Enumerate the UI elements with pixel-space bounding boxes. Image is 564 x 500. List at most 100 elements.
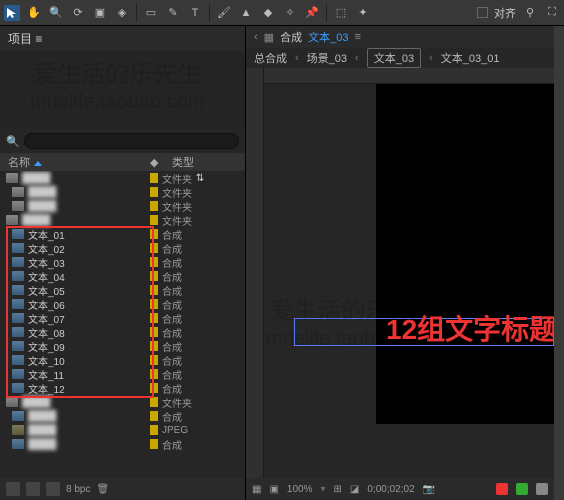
camera-tool[interactable]: ▣ xyxy=(92,5,108,21)
list-item[interactable]: 文本_12合成 xyxy=(0,381,245,395)
list-item[interactable]: 文本_09合成 xyxy=(0,339,245,353)
comp-active-name[interactable]: 文本_03 xyxy=(308,29,348,45)
grid-btn[interactable]: ⊞ xyxy=(334,484,342,495)
color-chip[interactable] xyxy=(150,383,158,393)
channel-icon[interactable]: ▣ xyxy=(269,484,278,495)
col-name-label[interactable]: 名称 xyxy=(8,157,30,169)
color-chip[interactable] xyxy=(150,313,158,323)
list-item[interactable]: ████文件夹 xyxy=(0,213,245,227)
color-chip[interactable] xyxy=(150,187,158,197)
comp-icon xyxy=(12,285,24,295)
color-chip[interactable] xyxy=(150,173,158,183)
color-chip[interactable] xyxy=(150,411,158,421)
expand-icon[interactable]: ⛶ xyxy=(544,5,560,21)
color-chip[interactable] xyxy=(150,215,158,225)
color-chip[interactable] xyxy=(150,397,158,407)
layer-selection-box[interactable] xyxy=(294,318,554,346)
rect-tool[interactable]: ▭ xyxy=(143,5,159,21)
breadcrumb-item[interactable]: 文本_03_01 xyxy=(441,50,500,66)
color-chip[interactable] xyxy=(150,271,158,281)
g-channel-icon[interactable] xyxy=(516,483,528,495)
list-item[interactable]: ████合成 xyxy=(0,437,245,451)
folder-icon xyxy=(6,173,18,183)
list-item[interactable]: 文本_03合成 xyxy=(0,255,245,269)
list-item[interactable]: ████JPEG xyxy=(0,423,245,437)
snapshot-icon[interactable]: 📷 xyxy=(423,484,435,495)
pen-tool[interactable]: ✎ xyxy=(165,5,181,21)
search-icon[interactable]: 🔍 xyxy=(6,135,20,148)
project-list[interactable]: ████文件夹⇅████文件夹████文件夹████文件夹文本_01合成文本_0… xyxy=(0,171,245,478)
color-chip[interactable] xyxy=(150,299,158,309)
color-chip[interactable] xyxy=(150,355,158,365)
mask-btn[interactable]: ◪ xyxy=(350,484,359,495)
list-item[interactable]: 文本_07合成 xyxy=(0,311,245,325)
list-item[interactable]: ████文件夹 xyxy=(0,199,245,213)
roto-tool[interactable]: ✧ xyxy=(282,5,298,21)
item-name: 文本_11 xyxy=(28,367,64,382)
color-chip[interactable] xyxy=(150,243,158,253)
world-axis-icon[interactable]: ✦ xyxy=(355,5,371,21)
list-item[interactable]: 文本_04合成 xyxy=(0,269,245,283)
pin-tool[interactable]: 📌 xyxy=(304,5,320,21)
flow-back-icon[interactable]: ‹ xyxy=(254,31,258,43)
color-chip[interactable] xyxy=(150,369,158,379)
ruler-vertical xyxy=(246,68,264,478)
list-item[interactable]: ████合成 xyxy=(0,409,245,423)
selection-tool[interactable] xyxy=(4,5,20,21)
anchor-tool[interactable]: ◈ xyxy=(114,5,130,21)
snap-checkbox[interactable] xyxy=(477,7,488,18)
comp-viewer[interactable]: 12组文字标题人名字幕条 爱生活的乐先生 mrlelife.taobao.com… xyxy=(246,68,554,478)
project-tab[interactable]: 项目 xyxy=(8,32,32,46)
res-icon[interactable]: ▦ xyxy=(252,484,261,495)
color-chip[interactable] xyxy=(150,425,158,435)
brush-tool[interactable]: 🖌 xyxy=(216,5,232,21)
list-item[interactable]: ████文件夹 xyxy=(0,395,245,409)
stamp-tool[interactable]: ▲ xyxy=(238,5,254,21)
list-item[interactable]: 文本_10合成 xyxy=(0,353,245,367)
list-item[interactable]: 文本_05合成 xyxy=(0,283,245,297)
local-axis-icon[interactable]: ⬚ xyxy=(333,5,349,21)
list-item[interactable]: ████文件夹⇅ xyxy=(0,171,245,185)
search-icon[interactable]: ⚲ xyxy=(522,5,538,21)
color-chip[interactable] xyxy=(150,327,158,337)
comp-canvas[interactable] xyxy=(376,84,554,424)
bpc-label[interactable]: 8 bpc xyxy=(66,484,90,495)
list-item[interactable]: 文本_02合成 xyxy=(0,241,245,255)
scrollbar-right[interactable] xyxy=(554,26,564,500)
r-channel-icon[interactable] xyxy=(496,483,508,495)
breadcrumb-item[interactable]: 文本_03 xyxy=(367,48,421,68)
breadcrumb-item[interactable]: 总合成 xyxy=(254,50,287,66)
sort-arrow-icon[interactable] xyxy=(34,161,42,166)
eraser-tool[interactable]: ◆ xyxy=(260,5,276,21)
interpret-icon[interactable] xyxy=(6,482,20,496)
trash-icon[interactable]: 🗑 xyxy=(96,484,109,495)
list-item[interactable]: 文本_06合成 xyxy=(0,297,245,311)
item-name: ████ xyxy=(28,425,56,436)
color-chip[interactable] xyxy=(150,257,158,267)
color-chip[interactable] xyxy=(150,201,158,211)
color-chip[interactable] xyxy=(150,285,158,295)
color-chip[interactable] xyxy=(150,229,158,239)
flow-grid-icon[interactable]: ▦ xyxy=(264,31,274,44)
timecode-display[interactable]: 0;00;02;02 xyxy=(367,484,414,495)
project-footer: 8 bpc 🗑 xyxy=(0,478,245,500)
a-channel-icon[interactable] xyxy=(536,483,548,495)
list-item[interactable]: 文本_11合成 xyxy=(0,367,245,381)
col-tag-icon[interactable]: ◆ xyxy=(150,156,168,169)
color-chip[interactable] xyxy=(150,341,158,351)
project-search-input[interactable] xyxy=(24,133,239,149)
zoom-tool[interactable]: 🔍 xyxy=(48,5,64,21)
list-item[interactable]: ████文件夹 xyxy=(0,185,245,199)
breadcrumb-item[interactable]: 场景_03 xyxy=(307,50,347,66)
text-tool[interactable]: T xyxy=(187,5,203,21)
hand-tool[interactable]: ✋ xyxy=(26,5,42,21)
col-type-label[interactable]: 类型 xyxy=(168,154,245,170)
zoom-dropdown[interactable]: 100% xyxy=(287,484,313,495)
item-type: 文件夹 xyxy=(158,199,192,214)
list-item[interactable]: 文本_01合成 xyxy=(0,227,245,241)
new-comp-icon[interactable] xyxy=(46,482,60,496)
new-folder-icon[interactable] xyxy=(26,482,40,496)
rotate-tool[interactable]: ⟳ xyxy=(70,5,86,21)
list-item[interactable]: 文本_08合成 xyxy=(0,325,245,339)
color-chip[interactable] xyxy=(150,439,158,449)
